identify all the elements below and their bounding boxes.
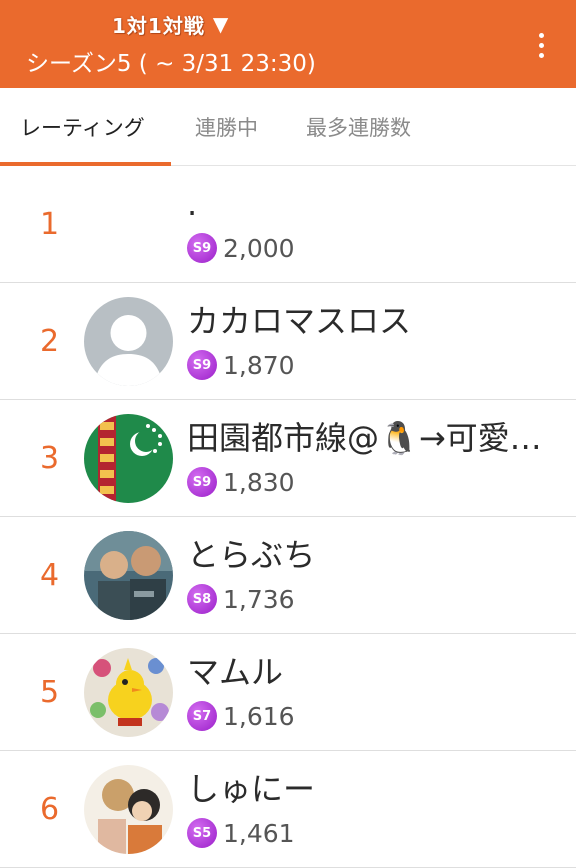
- score-group: S7 1,616: [187, 700, 295, 732]
- ranking-row[interactable]: 6 しゅにー S5 1,461: [0, 751, 576, 868]
- ranking-row[interactable]: 5 マムル S7 1,616: [0, 634, 576, 751]
- rating-score: 1,616: [223, 701, 295, 731]
- rating-score: 1,461: [223, 818, 295, 848]
- player-name: .: [187, 185, 198, 223]
- ranking-row[interactable]: 4 とらぶち S8 1,736: [0, 517, 576, 634]
- tab-bar: レーティング 連勝中 最多連勝数: [0, 88, 576, 166]
- rating-score: 1,830: [223, 467, 295, 497]
- season-badge-icon: S9: [187, 233, 217, 263]
- avatar[interactable]: [84, 414, 173, 503]
- rank-number: 2: [40, 324, 60, 359]
- avatar[interactable]: [84, 765, 173, 854]
- tab-rating[interactable]: レーティング: [20, 88, 145, 166]
- season-badge-icon: S9: [187, 467, 217, 497]
- rank-number: 6: [40, 792, 60, 827]
- season-badge-icon: S9: [187, 350, 217, 380]
- rating-score: 2,000: [223, 233, 295, 263]
- tab-current-streak[interactable]: 連勝中: [195, 88, 258, 166]
- tab-max-streak[interactable]: 最多連勝数: [306, 88, 411, 166]
- rank-number: 1: [40, 207, 60, 242]
- season-badge-icon: S8: [187, 584, 217, 614]
- mode-selector[interactable]: 1対1対戦 ▼: [112, 8, 228, 40]
- score-group: S8 1,736: [187, 583, 295, 615]
- score-group: S9 1,870: [187, 349, 295, 381]
- player-name: とらぶち: [187, 536, 316, 574]
- avatar[interactable]: [84, 531, 173, 620]
- mode-label: 1対1対戦: [112, 13, 205, 38]
- score-group: S9 1,830: [187, 466, 295, 498]
- ranking-row[interactable]: 3 田園都市線@🐧→可愛… S9 1,830: [0, 400, 576, 517]
- ranking-row[interactable]: 1 . S9 2,000: [0, 166, 576, 283]
- player-name: 田園都市線@🐧→可愛…: [187, 419, 542, 457]
- ranking-row[interactable]: 2 カカロマスロス S9 1,870: [0, 283, 576, 400]
- player-name: カカロマスロス: [187, 302, 412, 340]
- player-name: マムル: [187, 653, 284, 691]
- dropdown-caret-icon: ▼: [212, 12, 229, 36]
- avatar[interactable]: [84, 648, 173, 737]
- rating-score: 1,736: [223, 584, 295, 614]
- more-options-icon[interactable]: [526, 28, 556, 62]
- rank-number: 4: [40, 558, 60, 593]
- rank-number: 5: [40, 675, 60, 710]
- avatar[interactable]: [84, 297, 173, 386]
- season-badge-icon: S5: [187, 818, 217, 848]
- rank-number: 3: [40, 441, 60, 476]
- player-name: しゅにー: [187, 770, 316, 808]
- app-bar: 1対1対戦 ▼ シーズン5 ( ~ 3/31 23:30): [0, 0, 576, 88]
- season-label: シーズン5 ( ~ 3/31 23:30): [26, 51, 316, 77]
- score-group: S9 2,000: [187, 232, 295, 264]
- season-badge-icon: S7: [187, 701, 217, 731]
- score-group: S5 1,461: [187, 817, 295, 849]
- rating-score: 1,870: [223, 350, 295, 380]
